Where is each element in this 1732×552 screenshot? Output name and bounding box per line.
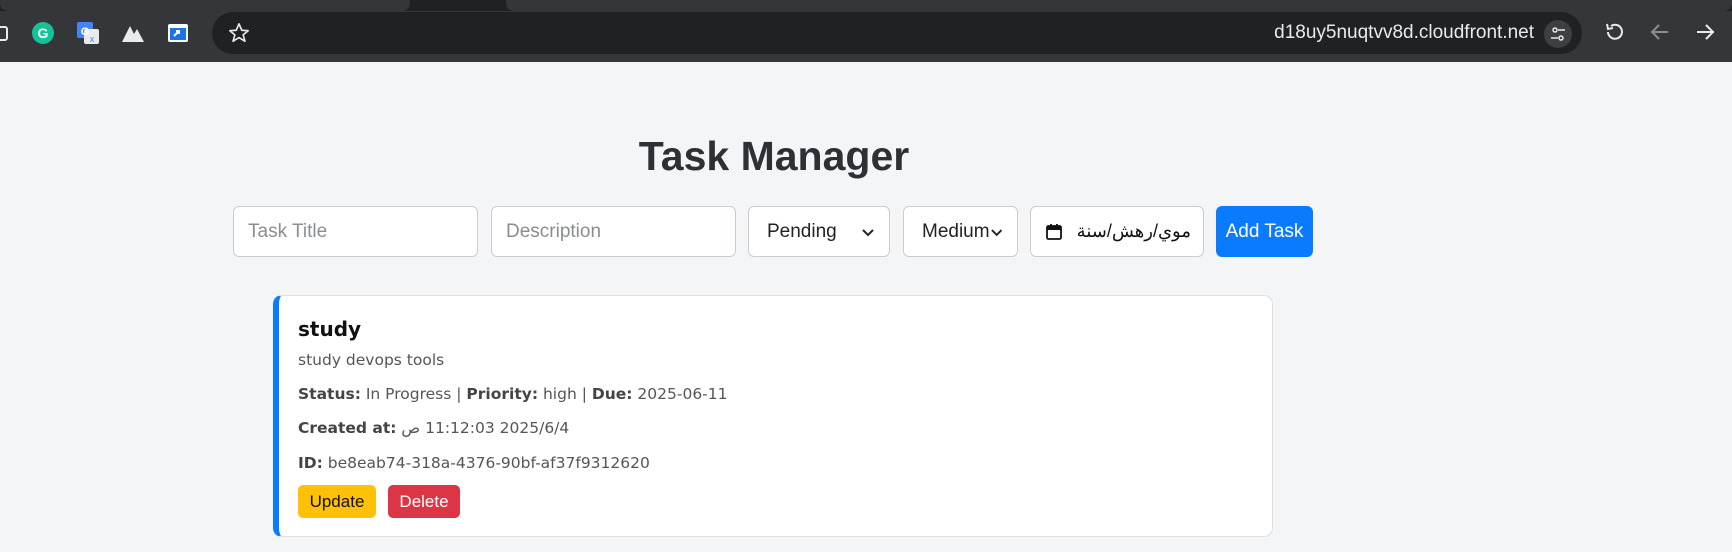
description-input[interactable] [491, 206, 736, 257]
priority-select[interactable]: Medium [903, 206, 1018, 257]
status-label: Status: [298, 385, 361, 403]
forward-arrow-icon[interactable] [1693, 20, 1717, 44]
screen-share-icon[interactable] [165, 20, 191, 46]
url-text[interactable]: d18uy5nuqtvv8d.cloudfront.net [1274, 22, 1534, 44]
status-select[interactable]: Pending [748, 206, 890, 257]
status-select-value: Pending [767, 220, 837, 242]
task-id: ID: be8eab74-318a-4376-90bf-af37f9312620 [298, 454, 650, 472]
browser-toolbar: G Gx d18uy5nuqtvv8d.cloudfront.net [0, 0, 1732, 62]
svg-text:G: G [38, 25, 49, 41]
reload-icon[interactable] [1603, 20, 1627, 44]
bookmark-star-icon[interactable] [228, 22, 250, 44]
tab-strip [0, 0, 1732, 11]
puzzle-icon[interactable] [0, 20, 18, 46]
add-task-button[interactable]: Add Task [1216, 206, 1313, 257]
due-date-value: موي/رهش/سنة [1076, 221, 1191, 241]
page-title: Task Manager [638, 133, 910, 179]
site-settings-icon[interactable] [1544, 20, 1572, 48]
chevron-down-icon [990, 228, 1002, 236]
mountain-icon[interactable] [120, 20, 146, 46]
delete-button[interactable]: Delete [388, 485, 460, 518]
priority-select-value: Medium [922, 220, 990, 242]
task-title-input[interactable] [233, 206, 478, 257]
tab[interactable] [0, 0, 410, 11]
google-translate-icon[interactable]: Gx [75, 20, 101, 46]
tab[interactable] [506, 0, 1732, 11]
due-value: 2025-06-11 [637, 385, 728, 403]
status-value: In Progress [365, 385, 452, 403]
priority-label: Priority: [466, 385, 539, 403]
task-title: study [298, 317, 362, 341]
update-button[interactable]: Update [298, 485, 376, 518]
id-value: be8eab74-318a-4376-90bf-af37f9312620 [327, 454, 650, 472]
priority-value: high [542, 385, 577, 403]
task-meta: Status: In Progress | Priority: high | D… [298, 385, 728, 403]
task-created: Created at: 2025/6/4 11:12:03 ص [298, 419, 569, 437]
due-label: Due: [591, 385, 633, 403]
svg-text:x: x [90, 34, 95, 44]
task-description: study devops tools [298, 351, 445, 369]
calendar-icon[interactable] [1045, 223, 1063, 241]
grammarly-icon[interactable]: G [30, 20, 56, 46]
svg-text:G: G [81, 26, 90, 38]
back-arrow-icon[interactable] [1648, 20, 1672, 44]
chevron-down-icon [862, 228, 874, 236]
due-date-input[interactable]: موي/رهش/سنة [1030, 206, 1204, 257]
created-label: Created at: [298, 419, 397, 437]
task-card: study study devops tools Status: In Prog… [273, 295, 1273, 537]
created-value: 2025/6/4 11:12:03 ص [401, 419, 570, 437]
address-bar[interactable]: d18uy5nuqtvv8d.cloudfront.net [212, 12, 1582, 54]
id-label: ID: [298, 454, 323, 472]
